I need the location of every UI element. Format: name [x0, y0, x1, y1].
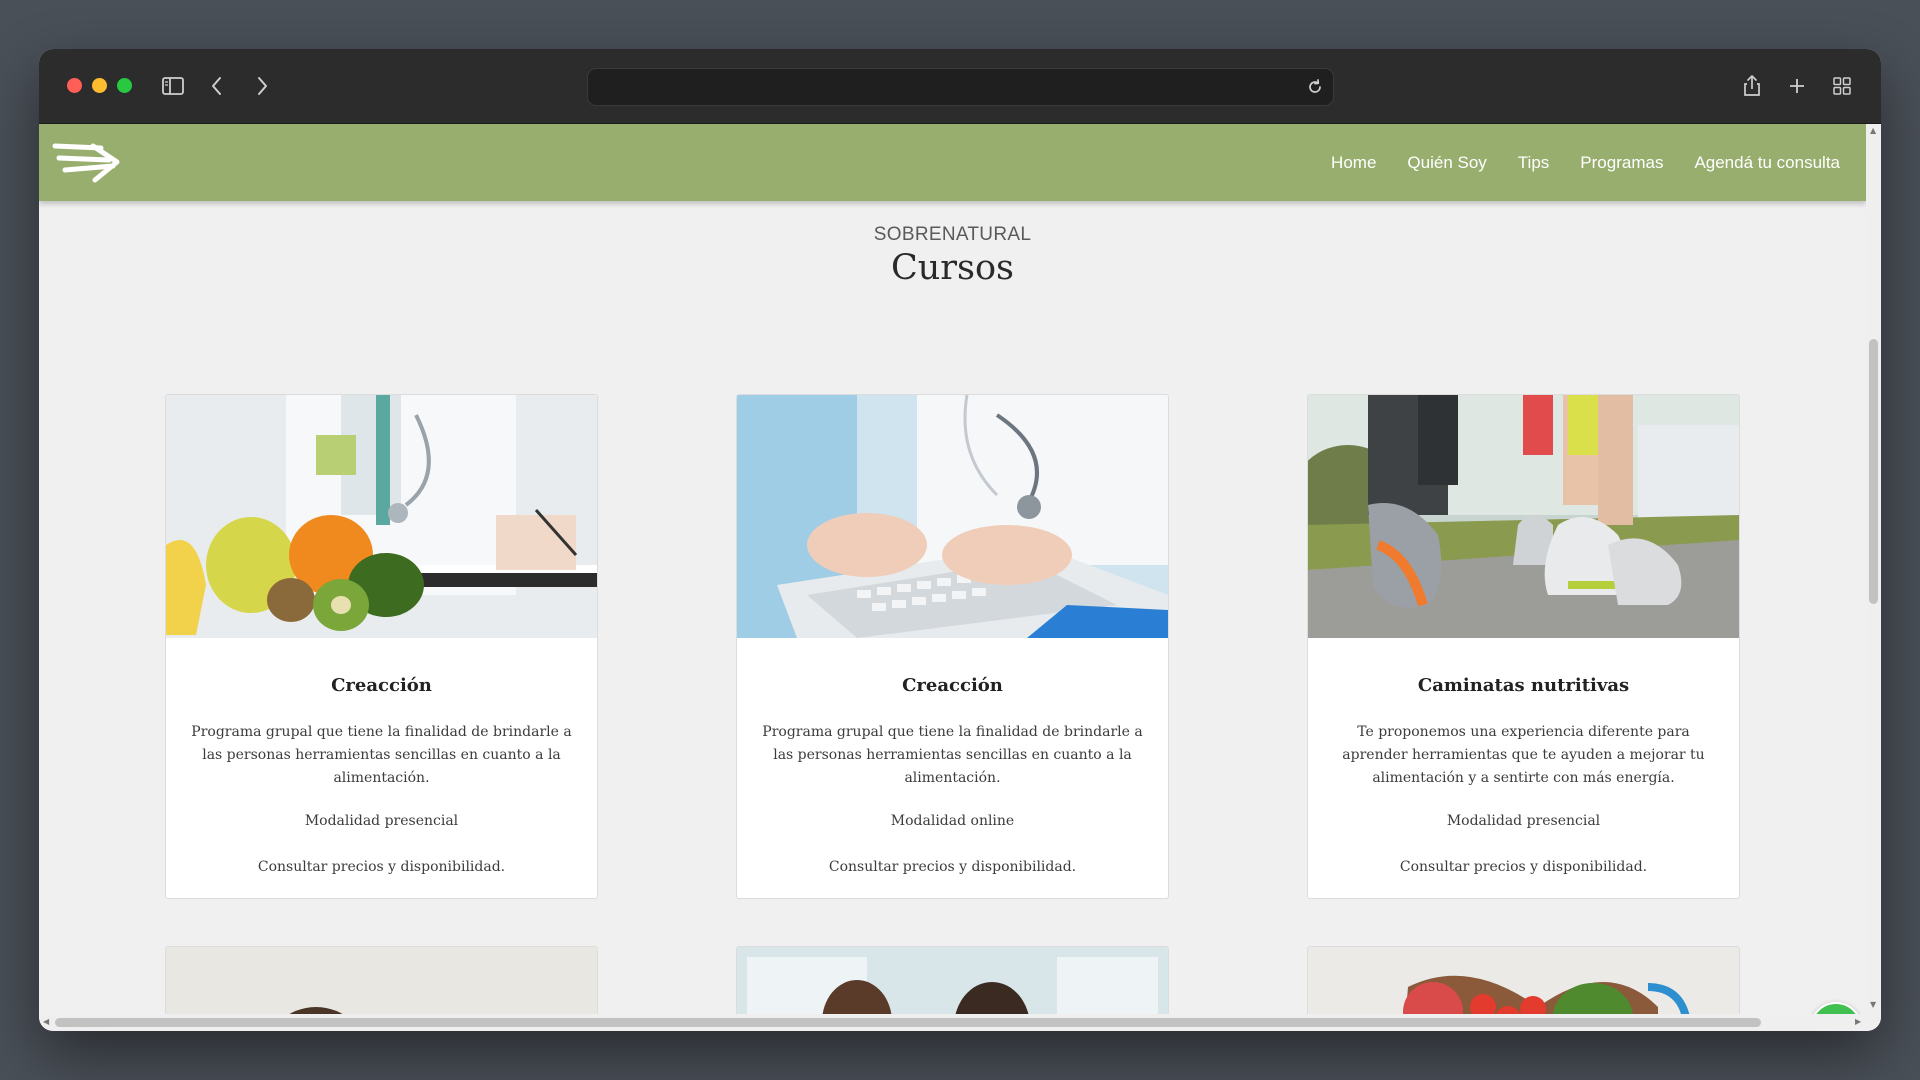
reload-icon[interactable] — [1305, 77, 1325, 97]
new-tab-icon[interactable] — [1784, 73, 1810, 99]
course-mode: Modalidad presencial — [304, 813, 459, 829]
forward-icon[interactable] — [249, 73, 275, 99]
main-nav: Home Quién Soy Tips Programas Agendá tu … — [1331, 124, 1840, 201]
sidebar-toggle-icon[interactable] — [160, 73, 186, 99]
course-title: Creacción — [331, 675, 432, 696]
scroll-up-arrow-icon[interactable]: ▲ — [1870, 126, 1876, 135]
section-eyebrow: SOBRENATURAL — [873, 224, 1032, 245]
browser-window: Home Quién Soy Tips Programas Agendá tu … — [39, 49, 1881, 1031]
course-price-note: Consultar precios y disponibilidad. — [828, 859, 1077, 875]
walking-sneakers-photo — [1308, 395, 1739, 638]
course-card[interactable]: Creacción Programa grupal que tiene la f… — [165, 394, 598, 899]
close-window-button[interactable] — [67, 78, 82, 93]
page-viewport: Home Quién Soy Tips Programas Agendá tu … — [39, 124, 1866, 1014]
course-description: Programa grupal que tiene la finalidad d… — [762, 724, 1143, 786]
horizontal-scrollbar[interactable]: ◀ ▶ — [39, 1014, 1881, 1031]
section-title: Cursos — [890, 248, 1015, 288]
browser-toolbar — [39, 49, 1881, 124]
course-description: Programa grupal que tiene la finalidad d… — [191, 724, 572, 786]
scroll-left-arrow-icon[interactable]: ◀ — [43, 1017, 49, 1026]
course-card[interactable]: Creacción Programa grupal que tiene la f… — [736, 394, 1169, 899]
child-with-vegetables-photo — [166, 947, 597, 1014]
nav-home[interactable]: Home — [1331, 153, 1376, 173]
course-mode: Modalidad online — [890, 813, 1015, 829]
course-description: Te proponemos una experiencia diferente … — [1342, 724, 1705, 786]
zoom-window-button[interactable] — [117, 78, 132, 93]
course-card-partial[interactable] — [1307, 946, 1740, 1014]
course-mode: Modalidad presencial — [1446, 813, 1601, 829]
course-card-partial[interactable] — [165, 946, 598, 1014]
course-title: Caminatas nutritivas — [1417, 675, 1630, 696]
doctor-typing-laptop-photo — [737, 395, 1168, 638]
scroll-down-arrow-icon[interactable]: ▼ — [1870, 1000, 1876, 1009]
course-title: Creacción — [902, 675, 1003, 696]
vertical-scrollbar-thumb[interactable] — [1869, 339, 1878, 604]
course-card-partial[interactable] — [736, 946, 1169, 1014]
nutrition-consultation-photo — [737, 947, 1168, 1014]
course-price-note: Consultar precios y disponibilidad. — [257, 859, 506, 875]
nav-tips[interactable]: Tips — [1518, 153, 1550, 173]
nav-agenda-consulta[interactable]: Agendá tu consulta — [1694, 153, 1840, 173]
tab-overview-icon[interactable] — [1829, 73, 1855, 99]
brand-logo-icon[interactable] — [51, 138, 123, 188]
minimize-window-button[interactable] — [92, 78, 107, 93]
address-bar[interactable] — [587, 68, 1334, 106]
course-price-note: Consultar precios y disponibilidad. — [1399, 859, 1648, 875]
nutritionist-with-fruits-photo — [166, 395, 597, 638]
horizontal-scrollbar-thumb[interactable] — [55, 1018, 1761, 1027]
vertical-scrollbar[interactable]: ▲ ▼ — [1866, 124, 1881, 1014]
share-icon[interactable] — [1739, 73, 1765, 99]
nav-quien-soy[interactable]: Quién Soy — [1407, 153, 1486, 173]
course-card[interactable]: Caminatas nutritivas Te proponemos una e… — [1307, 394, 1740, 899]
site-header: Home Quién Soy Tips Programas Agendá tu … — [39, 124, 1866, 201]
heart-bowl-vegetables-photo — [1308, 947, 1739, 1014]
whatsapp-icon[interactable] — [1810, 1002, 1862, 1014]
scroll-right-arrow-icon[interactable]: ▶ — [1855, 1017, 1861, 1026]
nav-programas[interactable]: Programas — [1580, 153, 1663, 173]
back-icon[interactable] — [204, 73, 230, 99]
